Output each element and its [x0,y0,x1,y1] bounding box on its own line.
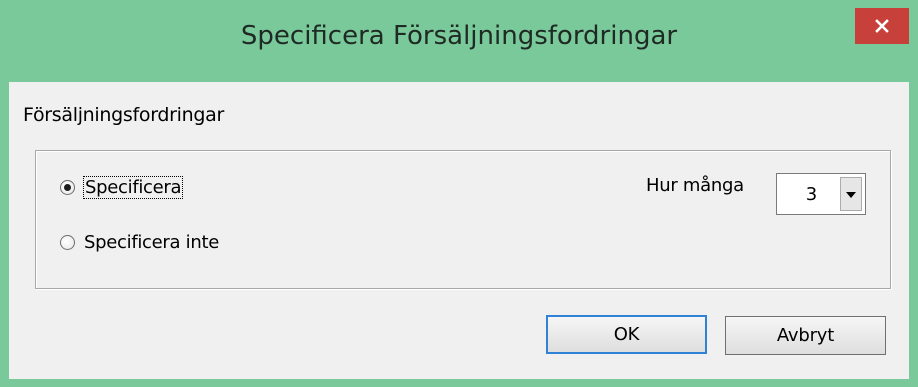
count-value: 3 [805,183,818,205]
radio-specificera[interactable]: Specificera [60,176,184,199]
radio-button-unselected[interactable] [60,235,75,250]
radio-specificera-inte[interactable]: Specificera inte [60,232,219,253]
count-label: Hur många [646,175,744,196]
cancel-button[interactable]: Avbryt [725,316,886,355]
options-group-box [35,150,891,289]
count-dropdown[interactable]: 3 [776,173,866,215]
window-title: Specificera Försäljningsfordringar [240,21,678,51]
close-button[interactable] [855,8,909,44]
close-icon [875,19,889,33]
title-bar[interactable]: Specificera Försäljningsfordringar [0,0,918,82]
ok-button[interactable]: OK [546,315,707,354]
radio-button-selected[interactable] [60,180,75,195]
group-label: Försäljningsfordringar [23,104,225,126]
dropdown-button[interactable] [840,177,862,211]
chevron-down-icon [846,185,856,203]
dialog-window: Specificera Försäljningsfordringar Försä… [0,0,918,387]
dialog-body: Försäljningsfordringar Specificera Speci… [9,82,909,379]
radio-label-specificera-inte: Specificera inte [84,232,220,253]
radio-label-specificera: Specificera [82,176,184,199]
